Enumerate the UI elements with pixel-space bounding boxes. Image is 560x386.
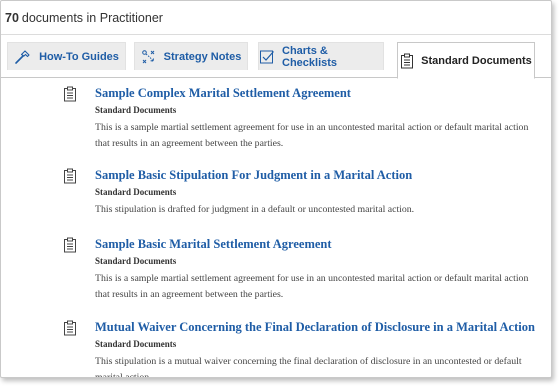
tab-label: Strategy Notes — [163, 50, 242, 63]
clipboard-icon — [400, 53, 414, 69]
description-line: marital action. — [95, 372, 152, 378]
description-line: that results in an agreement between the… — [95, 289, 284, 300]
document-type: Standard Documents — [95, 105, 177, 115]
tab-label: Standard Documents — [421, 54, 532, 67]
document-title-link[interactable]: Sample Basic Marital Settlement Agreemen… — [95, 237, 332, 252]
document-title-link[interactable]: Mutual Waiver Concerning the Final Decla… — [95, 320, 535, 335]
hammer-icon — [14, 49, 32, 65]
document-description: This is a sample martial settlement agre… — [95, 271, 545, 303]
description-line: This stipulation is drafted for judgment… — [95, 204, 415, 215]
description-line: This is a sample martial settlement agre… — [95, 273, 529, 284]
results-header: 70 documents in Practitioner — [1, 1, 551, 34]
description-line: that results in an agreement between the… — [95, 138, 284, 149]
tab-strategy-notes[interactable]: Strategy Notes — [134, 42, 248, 70]
document-description: This stipulation is drafted for judgment… — [95, 202, 545, 218]
tab-how-to-guides[interactable]: How-To Guides — [7, 42, 126, 70]
document-description: This is a sample martial settlement agre… — [95, 120, 545, 152]
results-label: documents in Practitioner — [21, 10, 163, 25]
tab-charts-checklists[interactable]: Charts & Checklists — [258, 42, 384, 70]
tab-label: Charts & Checklists — [282, 44, 338, 69]
tab-label: How-To Guides — [39, 50, 119, 63]
document-icon — [63, 320, 77, 341]
document-title-link[interactable]: Sample Basic Stipulation For Judgment in… — [95, 168, 412, 183]
document-icon — [63, 168, 77, 189]
description-line: This is a sample martial settlement agre… — [95, 122, 529, 133]
strategy-icon — [141, 49, 157, 65]
document-type: Standard Documents — [95, 339, 177, 349]
tab-standard-documents[interactable]: Standard Documents — [397, 42, 535, 79]
description-line: This stipulation is a mutual waiver conc… — [95, 356, 522, 367]
tab-bar: How-To Guides Strategy Notes Charts & Ch… — [1, 42, 551, 79]
document-title-link[interactable]: Sample Complex Marital Settlement Agreem… — [95, 86, 351, 101]
document-type: Standard Documents — [95, 256, 177, 266]
document-description: This stipulation is a mutual waiver conc… — [95, 354, 545, 378]
document-icon — [63, 237, 77, 258]
document-type: Standard Documents — [95, 187, 177, 197]
document-count: 70 — [5, 10, 19, 25]
document-icon — [63, 86, 77, 107]
checklist-icon — [259, 49, 275, 65]
documents-panel: 70 documents in Practitioner How-To Guid… — [0, 0, 552, 378]
header-divider — [1, 34, 551, 35]
